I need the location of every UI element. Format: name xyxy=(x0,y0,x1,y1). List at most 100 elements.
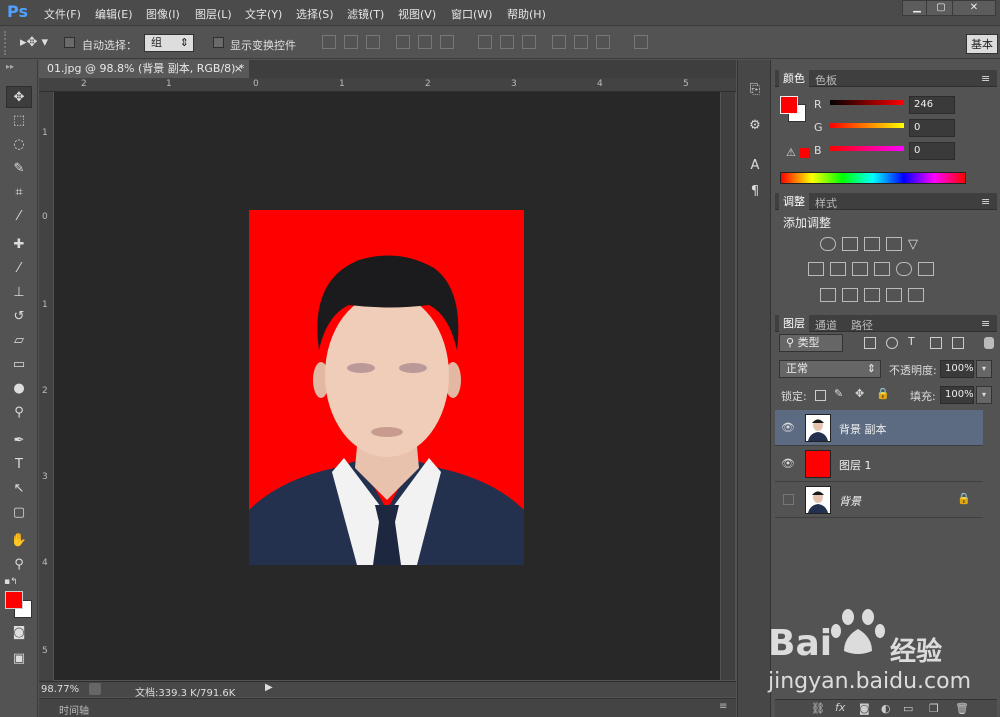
align-top-icon[interactable] xyxy=(322,35,336,49)
options-grip[interactable] xyxy=(4,31,8,55)
quick-select-tool-icon[interactable]: ✎ xyxy=(6,158,32,180)
threshold-icon[interactable] xyxy=(864,288,880,302)
hand-tool-icon[interactable]: ✋ xyxy=(6,530,32,552)
color-lookup-icon[interactable] xyxy=(918,262,934,276)
zoom-tool-icon[interactable]: ⚲ xyxy=(6,554,32,576)
pen-tool-icon[interactable]: ✒ xyxy=(6,430,32,452)
type-tool-icon[interactable]: T xyxy=(6,454,32,476)
tab-channels[interactable]: 通道 xyxy=(815,317,837,333)
menu-image[interactable]: 图像(I) xyxy=(146,6,180,22)
link-layers-icon[interactable]: ⛓ xyxy=(811,702,825,715)
history-panel-icon[interactable]: ⎘ xyxy=(745,82,765,102)
close-tab-icon[interactable]: × xyxy=(234,60,243,78)
layer-name[interactable]: 背景 xyxy=(839,493,861,509)
menu-view[interactable]: 视图(V) xyxy=(398,6,436,22)
green-slider[interactable] xyxy=(830,123,904,128)
align-right-icon[interactable] xyxy=(440,35,454,49)
panel-menu-icon[interactable]: ≡ xyxy=(981,72,990,85)
new-group-icon[interactable]: ▭ xyxy=(903,702,913,715)
move-tool-preset-icon[interactable]: ▸✥ ▾ xyxy=(20,35,48,50)
eye-icon[interactable]: 👁 xyxy=(781,421,795,434)
distribute-hcenter-icon[interactable] xyxy=(574,35,588,49)
distribute-bottom-icon[interactable] xyxy=(522,35,536,49)
new-layer-icon[interactable]: ❐ xyxy=(929,702,939,715)
align-hcenter-icon[interactable] xyxy=(418,35,432,49)
filter-pixel-icon[interactable] xyxy=(864,337,876,349)
blue-value[interactable]: 0 xyxy=(909,142,955,160)
red-value[interactable]: 246 xyxy=(909,96,955,114)
eyedropper-tool-icon[interactable]: ⁄ xyxy=(6,206,32,228)
align-bottom-icon[interactable] xyxy=(366,35,380,49)
menu-file[interactable]: 文件(F) xyxy=(44,6,81,22)
opacity-value[interactable]: 100% xyxy=(940,360,974,378)
visibility-toggle[interactable] xyxy=(783,494,794,505)
menu-window[interactable]: 窗口(W) xyxy=(451,6,492,22)
lock-transparent-icon[interactable] xyxy=(815,390,826,401)
show-transform-checkbox[interactable] xyxy=(213,37,224,48)
green-value[interactable]: 0 xyxy=(909,119,955,137)
tab-styles[interactable]: 样式 xyxy=(815,195,837,211)
layer-name[interactable]: 背景 副本 xyxy=(839,421,887,437)
exposure-icon[interactable] xyxy=(886,237,902,251)
invert-icon[interactable] xyxy=(820,288,836,302)
distribute-top-icon[interactable] xyxy=(478,35,492,49)
healing-brush-tool-icon[interactable]: ✚ xyxy=(6,234,32,256)
distribute-vcenter-icon[interactable] xyxy=(500,35,514,49)
layer-row[interactable]: 👁 背景 副本 xyxy=(775,410,983,446)
horizontal-ruler[interactable]: 2 1 0 1 2 3 4 5 xyxy=(39,78,736,92)
character-panel-icon[interactable]: A xyxy=(745,158,765,178)
delete-layer-icon[interactable]: 🗑 xyxy=(955,702,969,715)
vertical-scrollbar[interactable] xyxy=(721,92,735,680)
red-slider[interactable] xyxy=(830,100,904,105)
default-colors-icon[interactable]: ▪↰ xyxy=(4,577,18,587)
quick-mask-icon[interactable]: ◙ xyxy=(6,622,32,644)
color-balance-icon[interactable] xyxy=(830,262,846,276)
layer-filter-dropdown[interactable]: ⚲ 类型 xyxy=(779,334,843,352)
portrait-photo[interactable] xyxy=(249,210,524,565)
filter-type-icon[interactable]: T xyxy=(908,335,915,348)
distribute-right-icon[interactable] xyxy=(596,35,610,49)
filter-smart-object-icon[interactable] xyxy=(952,337,964,349)
menu-select[interactable]: 选择(S) xyxy=(296,6,334,22)
add-mask-icon[interactable]: ◙ xyxy=(859,702,870,715)
auto-select-checkbox[interactable] xyxy=(64,37,75,48)
vertical-ruler[interactable]: 1 0 1 2 3 4 5 xyxy=(39,92,53,682)
blue-slider[interactable] xyxy=(830,146,904,151)
workspace-button[interactable]: 基本 xyxy=(966,34,998,54)
levels-icon[interactable] xyxy=(842,237,858,251)
foreground-color-swatch[interactable] xyxy=(5,591,23,609)
shape-tool-icon[interactable]: ▢ xyxy=(6,502,32,524)
eraser-tool-icon[interactable]: ▱ xyxy=(6,330,32,352)
brightness-icon[interactable] xyxy=(820,237,836,251)
tab-color[interactable]: 颜色 xyxy=(779,70,809,87)
tab-swatches[interactable]: 色板 xyxy=(815,72,837,88)
document-tab[interactable]: 01.jpg @ 98.8% (背景 副本, RGB/8) * × xyxy=(39,60,249,78)
gradient-tool-icon[interactable]: ▭ xyxy=(6,354,32,376)
posterize-icon[interactable] xyxy=(842,288,858,302)
lock-position-icon[interactable]: ✥ xyxy=(855,387,864,400)
menu-layer[interactable]: 图层(L) xyxy=(195,6,232,22)
lasso-tool-icon[interactable]: ◌ xyxy=(6,134,32,156)
chevron-down-icon[interactable]: ▾ xyxy=(976,386,992,404)
eye-icon[interactable]: 👁 xyxy=(781,457,795,470)
channel-mixer-icon[interactable] xyxy=(896,262,912,276)
align-left-icon[interactable] xyxy=(396,35,410,49)
distribute-left-icon[interactable] xyxy=(552,35,566,49)
tab-paths[interactable]: 路径 xyxy=(851,317,873,333)
zoom-level[interactable]: 98.77% xyxy=(41,684,79,695)
move-tool-icon[interactable]: ✥ xyxy=(6,86,32,108)
black-white-icon[interactable] xyxy=(852,262,868,276)
close-window-button[interactable]: ✕ xyxy=(952,0,996,16)
vibrance-icon[interactable]: ▽ xyxy=(908,237,918,252)
align-vcenter-icon[interactable] xyxy=(344,35,358,49)
gamut-color-swatch[interactable] xyxy=(800,148,810,158)
fill-value[interactable]: 100% xyxy=(940,386,974,404)
layer-row[interactable]: 背景 🔒 xyxy=(775,482,983,518)
path-select-tool-icon[interactable]: ↖ xyxy=(6,478,32,500)
color-spectrum-bar[interactable] xyxy=(780,172,966,184)
filter-adjustment-icon[interactable] xyxy=(886,337,898,349)
lock-pixels-icon[interactable]: ✎ xyxy=(834,387,843,400)
panel-menu-icon[interactable]: ≡ xyxy=(981,317,990,330)
history-brush-tool-icon[interactable]: ↺ xyxy=(6,306,32,328)
paragraph-panel-icon[interactable]: ¶ xyxy=(745,184,765,204)
